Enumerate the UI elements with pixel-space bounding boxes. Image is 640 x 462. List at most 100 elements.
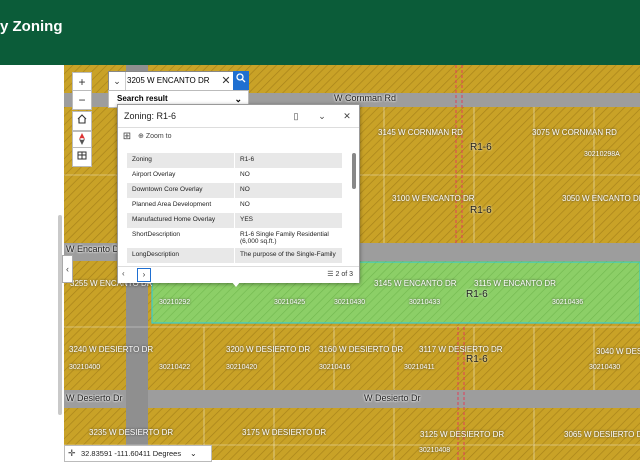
address-label: 3050 W ENCANTO DR [562,194,640,203]
parcel-label: 30210298A [584,151,620,158]
address-label: 3125 W DESIERTO DR [420,430,505,439]
zoom-to-label: Zoom to [145,133,172,140]
popup-header: Zoning: R1-6 ▯ ⌄ ✕ [118,105,359,128]
address-label: 3175 W DESIERTO DR [242,428,327,437]
popup-scrollbar[interactable] [352,153,356,189]
road-desierto [64,390,640,408]
address-label: 3200 W DESIERTO DR [226,345,311,354]
address-label: 3115 W ENCANTO DR [474,279,556,288]
parcel-label: 30210422 [159,364,191,371]
actions-menu-icon[interactable]: ⊞ [121,131,133,143]
attribute-value: NO [240,171,250,178]
zoom-to-action[interactable]: ⊕ Zoom to [138,132,172,140]
zone-label: R1-6 [466,354,488,365]
dock-icon[interactable]: ▯ [289,109,303,123]
search-button[interactable] [233,71,249,91]
popup-pointer [231,281,241,287]
address-label: 3065 W DESIERTO DR [564,430,640,439]
basemap-icon [77,151,87,160]
compass-icon [79,133,85,145]
attribute-value: The purpose of the Single-Family [234,248,342,263]
side-panel [0,65,65,460]
zone-label: R1-6 [470,205,492,216]
street-label: W Desierto Dr [364,393,421,403]
address-label: 3040 W DESIERTO DR [596,347,640,356]
coordinate-readout: ✛ 32.83591 -111.60411 Degrees ⌄ [64,445,212,462]
attribute-key: LongDescription [127,248,235,263]
table-row: Manufactured Home Overlay YES [127,213,342,228]
zoom-out-button[interactable]: − [72,90,92,110]
table-row: Planned Area Development NO [127,198,342,213]
parcel-label: 30210430 [589,364,621,371]
attribute-value: NO [240,201,250,208]
parcel-label: 30210420 [226,364,258,371]
table-row: Zoning R1-6 [127,153,342,168]
address-label: 3145 W ENCANTO DR [374,279,457,288]
address-label: 3100 W ENCANTO DR [392,194,475,203]
zone-label: R1-6 [470,142,492,153]
attribute-key: Planned Area Development [127,198,235,213]
chevron-down-icon: ⌄ [113,76,121,86]
parcel-label: 30210433 [409,299,441,306]
table-row: Downtown Core Overlay NO [127,183,342,198]
side-panel-scrollbar[interactable] [58,215,62,415]
attribute-key: Zoning [127,153,235,168]
panel-collapse-tab[interactable]: ‹ [62,255,73,283]
attribute-value: NO [234,183,342,198]
zone-label: R1-6 [466,289,488,300]
attribute-table: Zoning R1-6 Airport Overlay NO Downtown Co… [127,153,342,263]
collapse-icon[interactable]: ⌄ [315,109,329,123]
zoom-icon: ⊕ [138,133,146,140]
app-header: y Zoning [0,0,640,65]
feature-count-label: 2 of 3 [335,271,353,278]
address-label: 3117 W DESIERTO DR [419,345,503,354]
home-icon [77,114,87,124]
feature-popup: Zoning: R1-6 ▯ ⌄ ✕ ⊞ ⊕ Zoom to Zoning R1-… [117,104,360,283]
basemap-button[interactable] [72,147,92,167]
parcel-label: 30210416 [319,364,351,371]
close-icon[interactable]: ✕ [340,109,354,123]
parcel-label: 30210436 [552,299,584,306]
crosshair-icon[interactable]: ✛ [68,446,76,461]
address-label: 3160 W DESIERTO DR [319,345,404,354]
previous-feature-button[interactable]: ‹ [122,269,125,278]
attribute-key: Manufactured Home Overlay [127,213,235,228]
parcel-label: 30210408 [419,447,451,454]
parcel-label: 30210292 [159,299,191,306]
parcel-label: 30210400 [69,364,101,371]
parcel-label: 30210425 [274,299,306,306]
parcel-label: 30210411 [404,364,435,371]
coordinate-text: 32.83591 -111.60411 Degrees [81,449,182,458]
search-widget: ⌄ ✕ [108,71,249,91]
street-label: W Encanto Dr [66,244,123,254]
attribute-value: R1-6 Single Family Residential (6,000 sq… [240,231,329,245]
app-title: y Zoning [0,18,63,35]
table-row: LongDescription The purpose of the Single… [127,248,342,263]
attribute-key: ShortDescription [127,228,235,248]
popup-title: Zoning: R1-6 [124,111,177,121]
parcel-label: 30210430 [334,299,366,306]
next-feature-button[interactable]: › [137,268,151,282]
attribute-value: R1-6 [234,153,342,168]
close-icon[interactable]: ✕ [219,72,233,90]
home-button[interactable] [72,111,92,131]
zoom-in-button[interactable]: + [72,72,92,92]
street-label: W Desierto Dr [66,393,123,403]
table-row: ShortDescription R1-6 Single Family Resid… [127,228,342,248]
table-row: Airport Overlay NO [127,168,342,183]
address-label: 3235 W DESIERTO DR [89,428,174,437]
attribute-key: Airport Overlay [127,168,235,183]
popup-actions: ⊞ ⊕ Zoom to [118,127,359,147]
chevron-down-icon[interactable]: ⌄ [190,446,197,461]
address-label: 3240 W DESIERTO DR [69,345,154,354]
attribute-key: Downtown Core Overlay [127,183,235,198]
street-label: W Cornman Rd [334,93,397,103]
search-result-label: Search result [117,94,168,103]
attribute-value: YES [234,213,342,228]
search-input[interactable] [127,73,219,88]
search-source-dropdown[interactable]: ⌄ [109,72,126,90]
search-icon [236,73,246,83]
address-label: 3145 W CORNMAN RD [378,128,463,137]
feature-count[interactable]: ☰ 2 of 3 [327,270,353,278]
address-label: 3075 W CORNMAN RD [532,128,617,137]
